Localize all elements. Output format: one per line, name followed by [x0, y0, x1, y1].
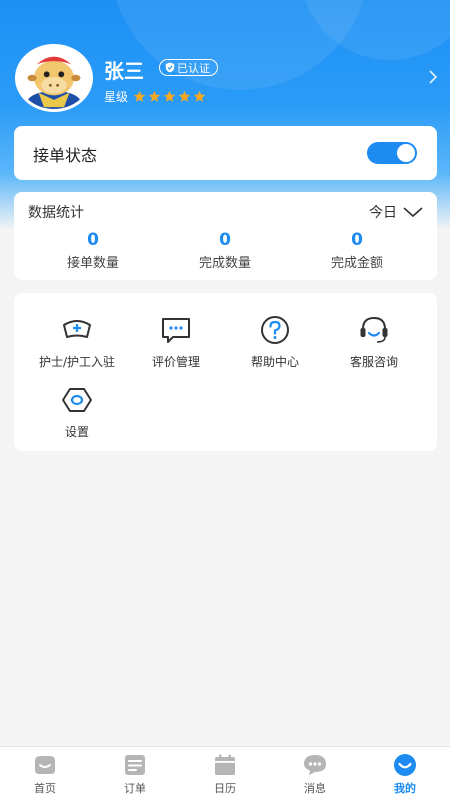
stat-label: 完成数量 [198, 256, 251, 271]
stat-amount-completed: 0 完成金额 [297, 230, 417, 271]
tab-profile[interactable]: 我的 [375, 753, 435, 796]
chevron-down-icon [403, 207, 423, 218]
star-icon [163, 90, 176, 102]
menu-label: 设置 [64, 425, 89, 439]
stats-title: 数据统计 [28, 205, 84, 221]
star-icon [178, 90, 191, 102]
menu-customer-service[interactable]: 客服咨询 [324, 313, 424, 370]
level-label: 星级 [104, 90, 129, 104]
tab-calendar[interactable]: 日历 [195, 753, 255, 796]
menu-label: 护士/护工入驻 [38, 355, 116, 369]
chevron-right-icon[interactable] [428, 70, 438, 84]
user-name: 张三 [104, 59, 144, 83]
tab-label: 日历 [214, 782, 236, 795]
help-icon [261, 316, 289, 344]
verified-label: 已认证 [177, 61, 210, 75]
order-status-label: 接单状态 [33, 146, 98, 165]
star-icon [133, 90, 146, 102]
stat-value: 0 [351, 230, 363, 250]
order-icon [125, 755, 145, 775]
order-status-card: 接单状态 [14, 126, 437, 180]
menu-nurse-register[interactable]: 护士/护工入驻 [27, 313, 127, 370]
avatar[interactable] [15, 44, 93, 112]
menu-label: 评价管理 [151, 355, 200, 369]
order-status-toggle[interactable] [367, 142, 417, 164]
stat-value: 0 [219, 230, 231, 250]
stat-value: 0 [87, 230, 99, 250]
tab-home[interactable]: 首页 [15, 753, 75, 796]
tab-label: 我的 [394, 782, 416, 795]
tab-label: 消息 [304, 782, 326, 795]
calendar-icon [215, 754, 235, 775]
cow-mascot-icon [26, 56, 82, 109]
stat-label: 接单数量 [66, 256, 119, 271]
menu-help-center[interactable]: 帮助中心 [225, 313, 325, 370]
home-icon [35, 756, 55, 774]
star-icon [148, 90, 161, 102]
settings-icon [62, 388, 92, 412]
star-icon [193, 90, 206, 102]
star-level: 星级 [104, 88, 206, 105]
period-selector[interactable]: 今日 [369, 202, 423, 222]
bottom-tab-bar: 首页 订单 日历 消息 我的 [0, 746, 450, 800]
toggle-knob [397, 144, 415, 162]
headset-icon [360, 316, 388, 343]
tab-label: 首页 [34, 782, 56, 795]
tab-orders[interactable]: 订单 [105, 753, 165, 796]
shield-check-icon [165, 62, 175, 73]
menu-settings[interactable]: 设置 [27, 383, 127, 440]
stats-card: 数据统计 今日 0 接单数量 0 完成数量 0 完成金额 [14, 192, 437, 280]
menu-review-management[interactable]: 评价管理 [126, 313, 226, 370]
profile-icon [394, 754, 416, 776]
period-label: 今日 [369, 205, 397, 221]
message-icon [304, 755, 326, 775]
service-menu: 护士/护工入驻 评价管理 帮助中心 客服咨询 设置 [14, 293, 437, 451]
tab-messages[interactable]: 消息 [285, 753, 345, 796]
stat-orders-completed: 0 完成数量 [165, 230, 285, 271]
menu-label: 客服咨询 [349, 355, 398, 369]
menu-label: 帮助中心 [250, 355, 299, 369]
comment-icon [162, 318, 190, 343]
stat-orders-taken: 0 接单数量 [33, 230, 153, 271]
stat-label: 完成金额 [330, 256, 383, 271]
nurse-cap-icon [63, 320, 91, 338]
star-rating [133, 90, 206, 103]
tab-label: 订单 [124, 782, 146, 795]
verified-badge: 已认证 [159, 59, 218, 76]
